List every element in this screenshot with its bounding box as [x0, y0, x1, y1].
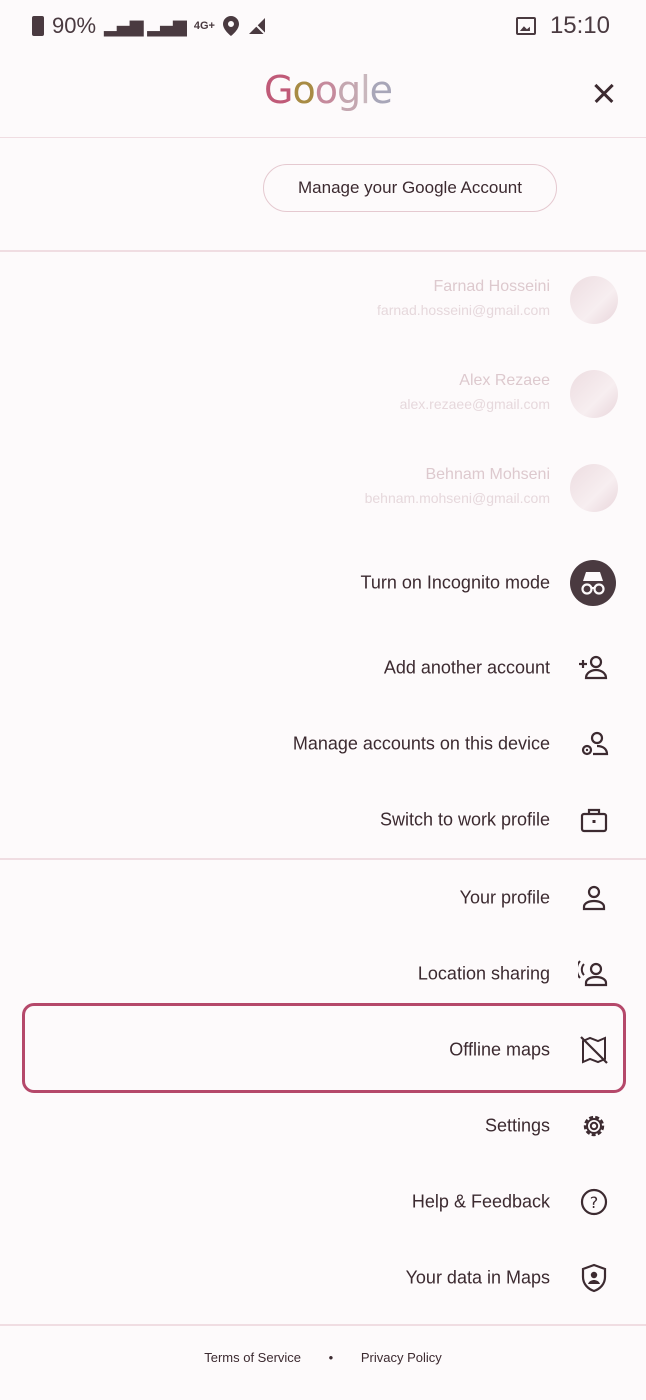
offline-maps-item[interactable]: Offline maps: [0, 1012, 646, 1088]
no-signal-icon: [248, 17, 266, 35]
offline-maps-label: Offline maps: [449, 1039, 550, 1060]
status-left: 90% ▂▄▆ ▂▄▆ 4G+: [32, 13, 267, 39]
battery-icon: [32, 16, 44, 36]
account-email: alex.rezaee@gmail.com: [399, 396, 550, 412]
your-data-item[interactable]: Your data in Maps: [0, 1240, 646, 1316]
signal-icon: ▂▄▆ ▂▄▆: [104, 15, 187, 37]
account-name: Alex Rezaee: [459, 372, 550, 389]
your-profile-item[interactable]: Your profile: [0, 860, 646, 936]
settings-item[interactable]: Settings: [0, 1088, 646, 1164]
work-profile-item[interactable]: Switch to work profile: [0, 782, 646, 858]
incognito-label: Turn on Incognito mode: [360, 572, 550, 593]
footer: Terms of Service • Privacy Policy: [0, 1350, 646, 1365]
offline-maps-icon: [578, 1034, 610, 1066]
person-icon: [578, 882, 610, 914]
manage-accounts-item[interactable]: Manage accounts on this device: [0, 706, 646, 782]
status-right: 15:10: [515, 12, 610, 40]
network-type: 4G+: [193, 20, 215, 32]
account-row[interactable]: Alex Rezaee alex.rezaee@gmail.com: [0, 350, 646, 440]
settings-label: Settings: [484, 1115, 550, 1136]
footer-separator: •: [328, 1350, 334, 1365]
work-profile-label: Switch to work profile: [379, 809, 550, 830]
avatar: [570, 276, 618, 324]
gear-icon: [578, 1110, 610, 1142]
close-icon[interactable]: [584, 74, 624, 114]
terms-link[interactable]: Terms of Service: [204, 1350, 301, 1365]
account-email: behnam.mohseni@gmail.com: [364, 490, 550, 506]
manage-accounts-label: Manage accounts on this device: [292, 733, 550, 754]
your-profile-label: Your profile: [459, 887, 550, 908]
location-sharing-label: Location sharing: [417, 963, 550, 984]
account-email: farnad.hosseini@gmail.com: [377, 302, 550, 318]
google-logo: Google: [264, 68, 393, 112]
account-row[interactable]: Farnad Hosseini farnad.hosseini@gmail.co…: [0, 256, 646, 346]
account-name: Behnam Mohseni: [425, 466, 550, 483]
your-data-label: Your data in Maps: [405, 1267, 550, 1288]
location-sharing-item[interactable]: Location sharing: [0, 936, 646, 1012]
clock: 15:10: [549, 12, 610, 39]
location-sharing-icon: [578, 958, 610, 990]
location-pin-icon: [222, 16, 239, 36]
add-person-icon: [578, 652, 610, 684]
divider: [0, 250, 646, 252]
help-feedback-item[interactable]: ? Help & Feedback: [0, 1164, 646, 1240]
avatar: [570, 370, 618, 418]
gallery-icon: [515, 17, 536, 35]
account-name: Farnad Hosseini: [433, 278, 551, 295]
account-header: Google: [0, 52, 646, 138]
briefcase-icon: [578, 804, 610, 836]
battery-level: 90%: [52, 13, 97, 38]
incognito-mode-item[interactable]: Turn on Incognito mode: [0, 545, 646, 621]
add-account-label: Add another account: [383, 657, 550, 678]
manage-accounts-icon: [578, 728, 610, 760]
add-account-item[interactable]: Add another account: [0, 630, 646, 706]
manage-account-button[interactable]: Manage your Google Account: [263, 164, 557, 212]
help-feedback-label: Help & Feedback: [411, 1191, 550, 1212]
divider: [0, 1324, 646, 1326]
help-icon: ?: [578, 1186, 610, 1218]
incognito-icon: [570, 560, 616, 606]
status-bar: 90% ▂▄▆ ▂▄▆ 4G+ 15:10: [0, 0, 646, 52]
account-row[interactable]: Behnam Mohseni behnam.mohseni@gmail.com: [0, 444, 646, 534]
shield-person-icon: [578, 1262, 610, 1294]
svg-text:?: ?: [590, 1193, 599, 1212]
privacy-link[interactable]: Privacy Policy: [361, 1350, 442, 1365]
avatar: [570, 464, 618, 512]
